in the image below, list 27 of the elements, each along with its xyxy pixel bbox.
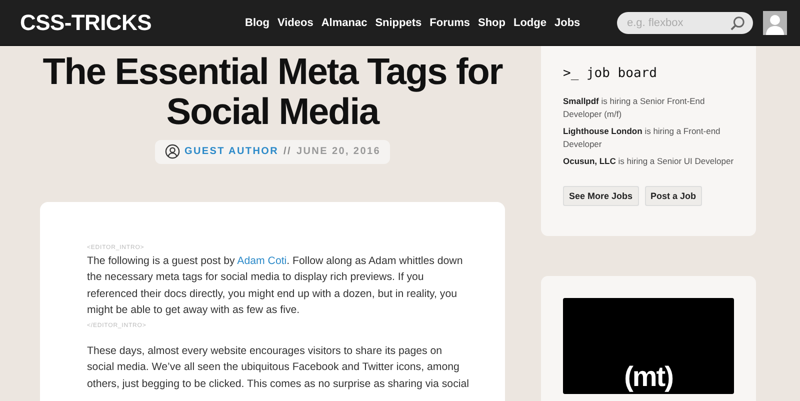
- article-paragraph: These days, almost every website encourages visitors to share its pages on social media. We’ve all seen the ubiquitous Facebook and Twitter icons, among others, just begging to be clicked. This comes as no surprise as sharing via social: [87, 344, 470, 392]
- person-icon: [164, 144, 180, 159]
- search-icon[interactable]: [730, 16, 745, 30]
- job-board-button[interactable]: Post a Job: [644, 186, 702, 206]
- job-board-button[interactable]: See More Jobs: [563, 186, 639, 206]
- site-logo[interactable]: CSS-TRICKS: [20, 10, 245, 36]
- publish-date: JUNE 20, 2016: [296, 146, 380, 157]
- nav-link[interactable]: Blog: [245, 16, 270, 28]
- nav-link[interactable]: Snippets: [375, 16, 422, 28]
- author-link[interactable]: Adam Coti: [237, 255, 287, 267]
- nav-link[interactable]: Jobs: [554, 16, 580, 28]
- nav-link[interactable]: Videos: [277, 16, 314, 28]
- job-listing[interactable]: Smallpdf is hiring a Senior Front-End Developer (m/f): [563, 95, 740, 121]
- ad-logo: (mt): [624, 363, 673, 391]
- nav-link[interactable]: Lodge: [513, 16, 546, 28]
- article-title: The Essential Meta Tags for Social Media: [42, 52, 504, 132]
- byline-separator: //: [284, 146, 292, 157]
- nav-link[interactable]: Almanac: [321, 16, 368, 28]
- job-board-heading: >_ job board: [563, 66, 658, 81]
- search-field[interactable]: e.g. flexbox: [617, 12, 753, 34]
- nav-link[interactable]: Forums: [430, 16, 470, 28]
- user-avatar-icon[interactable]: [763, 10, 787, 34]
- nav-link[interactable]: Shop: [478, 16, 506, 28]
- job-listing[interactable]: Ocusun, LLC is hiring a Senior UI Developer: [563, 155, 740, 168]
- article-paragraph: The following is a guest post by Adam Coti. Follow along as Adam whittles down the necessary meta tags for social media to display rich previews. If you referenced their docs directly, you might end up with a dozen, but in reality, you might be able to get away with as few as five.: [87, 254, 464, 318]
- ad-banner[interactable]: (mt): [563, 298, 734, 394]
- job-listing[interactable]: Lighthouse London is hiring a Front-end Developer: [563, 125, 740, 151]
